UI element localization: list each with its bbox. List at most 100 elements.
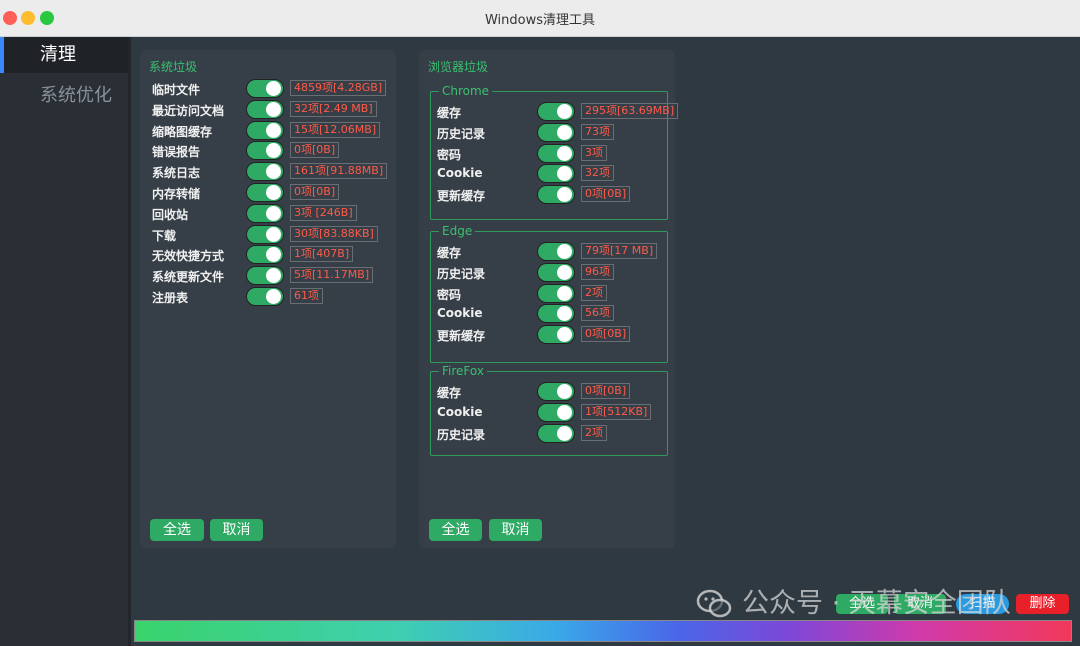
system-item-10-label: 注册表 [152, 291, 189, 305]
sidebar: 清理 系统优化 [0, 37, 128, 646]
browser-chrome-item-4-count-badge: 0项[0B] [581, 186, 631, 203]
system-item-5-toggle[interactable] [246, 183, 284, 202]
scan-button[interactable]: 扫描 [956, 594, 1009, 614]
system-item-2-row: 缩略图缓存 15项[12.06MB] [152, 120, 392, 141]
browser-chrome-item-1-toggle[interactable] [537, 122, 575, 142]
system-item-0-label: 临时文件 [152, 83, 201, 97]
wechat-icon [696, 589, 732, 618]
system-item-10-toggle[interactable] [246, 287, 284, 306]
toggle-knob [266, 289, 281, 304]
browser-group-title: Edge [439, 224, 476, 238]
system-item-6-toggle[interactable] [246, 203, 284, 223]
window-title: Windows清理工具 [484, 13, 596, 28]
toggle-knob [557, 404, 572, 420]
browser-edge-item-2-toggle[interactable] [537, 283, 575, 303]
browser-edge-item-0-toggle[interactable] [537, 242, 575, 261]
toggle-knob [557, 124, 572, 140]
browser-chrome-item-1-count-badge: 73项 [581, 123, 614, 140]
browser-edge-item-2-row: 密码 2项 [437, 283, 677, 304]
toggle-knob [266, 268, 281, 284]
system-item-6-row: 回收站 3项 [246B] [152, 203, 392, 224]
browser-chrome-item-1-row: 历史记录 73项 [437, 122, 677, 143]
system-item-6-count-badge: 3项 [246B] [290, 204, 357, 221]
global-select-all-button[interactable]: 全选 [836, 594, 888, 614]
progress-bar [134, 620, 1072, 642]
toggle-knob [557, 306, 572, 322]
browser-edge-item-4-toggle[interactable] [537, 325, 575, 345]
browser-cancel-button[interactable]: 取消 [489, 519, 542, 541]
system-item-10-count-badge: 61项 [290, 288, 323, 304]
system-item-9-toggle[interactable] [246, 266, 284, 286]
system-item-4-label: 系统日志 [152, 166, 201, 181]
system-select-all-button[interactable]: 全选 [150, 519, 204, 541]
browser-edge-item-3-toggle[interactable] [537, 304, 575, 324]
toggle-knob [266, 101, 281, 117]
system-item-4-toggle[interactable] [246, 162, 284, 182]
browser-chrome-item-3-row: Cookie 32项 [437, 164, 677, 184]
toggle-knob [266, 185, 281, 200]
system-item-9-row: 系统更新文件 5项[11.17MB] [152, 266, 392, 286]
system-item-8-label: 无效快捷方式 [152, 249, 225, 264]
toggle-knob [557, 327, 572, 343]
browser-chrome-item-2-toggle[interactable] [537, 143, 575, 163]
browser-chrome-item-3-toggle[interactable] [537, 164, 575, 184]
toggle-knob [266, 205, 281, 221]
browser-edge-item-0-label: 缓存 [437, 246, 462, 260]
browser-firefox-item-0-row: 缓存 0项[0B] [437, 382, 677, 402]
browser-junk-title: 浏览器垃圾 [428, 60, 489, 74]
browser-edge-item-1-row: 历史记录 96项 [437, 262, 677, 283]
browser-chrome-item-0-count-badge: 295项[63.69MB] [581, 103, 679, 119]
system-item-4-row: 系统日志 161项[91.88MB] [152, 162, 392, 182]
browser-firefox-item-2-toggle[interactable] [537, 423, 575, 443]
toggle-knob [557, 187, 572, 203]
system-item-10-row: 注册表 61项 [152, 287, 392, 307]
browser-group-firefox: FireFox 缓存 0项[0B] Cookie 1项[512KB] 历史记录 2项 [430, 364, 668, 456]
toggle-knob [557, 384, 572, 399]
system-item-7-count-badge: 30项[83.88KB] [290, 225, 378, 242]
browser-group-title: FireFox [439, 364, 487, 378]
browser-chrome-item-0-row: 缓存 295项[63.69MB] [437, 102, 679, 122]
browser-chrome-item-2-row: 密码 3项 [437, 143, 677, 164]
toggle-knob [266, 226, 281, 242]
toggle-knob [266, 164, 281, 180]
browser-chrome-item-0-label: 缓存 [437, 106, 462, 120]
system-item-3-toggle[interactable] [246, 141, 284, 161]
sidebar-item-optimize[interactable]: 系统优化 [0, 78, 128, 114]
system-item-3-label: 错误报告 [152, 145, 201, 160]
browser-chrome-item-4-label: 更新缓存 [437, 189, 486, 204]
browser-firefox-item-2-label: 历史记录 [437, 427, 486, 442]
browser-edge-item-4-label: 更新缓存 [437, 329, 486, 344]
system-item-9-label: 系统更新文件 [152, 270, 225, 285]
system-item-1-count-badge: 32项[2.49 MB] [290, 100, 377, 117]
browser-edge-item-3-row: Cookie 56项 [437, 304, 677, 324]
toggle-knob [557, 264, 572, 280]
system-item-1-toggle[interactable] [246, 99, 284, 119]
browser-firefox-item-1-toggle[interactable] [537, 402, 575, 422]
system-item-5-count-badge: 0项[0B] [290, 184, 340, 200]
browser-edge-item-1-toggle[interactable] [537, 262, 575, 282]
system-item-1-label: 最近访问文档 [152, 103, 225, 118]
sidebar-divider [128, 37, 131, 646]
browser-chrome-item-0-toggle[interactable] [537, 102, 575, 121]
system-item-0-toggle[interactable] [246, 79, 284, 98]
system-item-7-toggle[interactable] [246, 224, 284, 244]
toggle-knob [557, 285, 572, 301]
system-cancel-button[interactable]: 取消 [210, 519, 263, 541]
system-item-1-row: 最近访问文档 32项[2.49 MB] [152, 99, 392, 120]
browser-firefox-item-2-count-badge: 2项 [581, 424, 607, 441]
browser-chrome-item-4-toggle[interactable] [537, 185, 575, 205]
browser-select-all-button[interactable]: 全选 [429, 519, 482, 541]
system-item-4-count-badge: 161项[91.88MB] [290, 163, 388, 180]
browser-chrome-item-1-label: 历史记录 [437, 126, 486, 141]
browser-edge-item-3-label: Cookie [437, 306, 483, 321]
system-item-8-toggle[interactable] [246, 245, 284, 265]
system-item-3-row: 错误报告 0项[0B] [152, 141, 392, 161]
global-cancel-button[interactable]: 取消 [894, 594, 946, 614]
sidebar-item-clean[interactable]: 清理 [0, 37, 128, 73]
toggle-knob [557, 244, 572, 259]
browser-firefox-item-0-toggle[interactable] [537, 382, 575, 401]
browser-group-title: Chrome [439, 84, 493, 98]
delete-button[interactable]: 删除 [1016, 594, 1069, 614]
system-item-2-toggle[interactable] [246, 120, 284, 140]
system-item-8-count-badge: 1项[407B] [290, 246, 354, 263]
